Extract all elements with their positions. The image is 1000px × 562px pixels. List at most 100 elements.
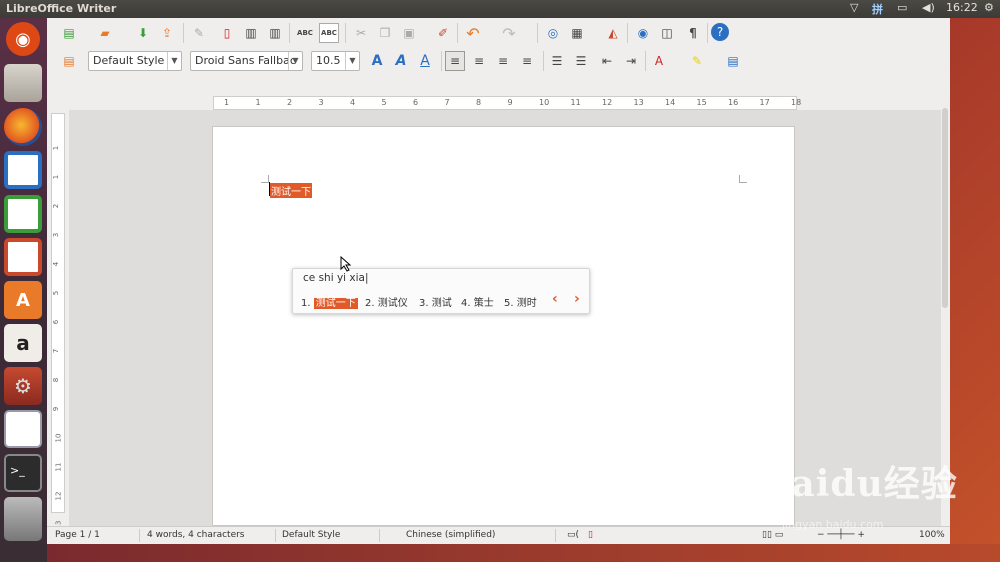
impress-icon[interactable] [4,238,42,276]
gallery-icon[interactable]: ◫ [657,23,677,43]
insert-mode-icon[interactable]: ▭( [567,530,579,540]
align-right-icon[interactable]: ≡ [493,51,513,71]
export-icon[interactable]: ⇪ [157,23,177,43]
launcher: ◉ A a ⚙ >_ [0,18,47,562]
font-name-select[interactable]: Droid Sans Fallbac ▼ [190,51,303,71]
navigator-icon[interactable]: ◉ [633,23,653,43]
bullets-icon[interactable]: ☰ [571,51,591,71]
table-icon[interactable]: ▦ [567,23,587,43]
gear-icon[interactable]: ⚙ [984,1,994,14]
background-color-icon[interactable]: ▤ [723,51,743,71]
crop-mark [261,175,269,183]
ime-candidate[interactable]: 2. 测试仪 [365,294,408,309]
page-count[interactable]: Page 1 / 1 [55,530,100,540]
highlight-icon[interactable]: ✎ [687,51,707,71]
clone-formatting-icon[interactable]: ✐ [433,23,453,43]
chevron-right-icon[interactable]: › [574,291,580,307]
vertical-ruler[interactable]: 1 1 2 3 4 5 6 7 8 9 10 11 12 13 [51,113,65,529]
scrollbar-thumb[interactable] [942,108,948,308]
writer-icon[interactable] [4,151,42,189]
document-page[interactable]: 测试一下 [212,126,795,526]
decrease-indent-icon[interactable]: ⇤ [597,51,617,71]
cut-icon[interactable]: ✂ [351,23,371,43]
system-settings-icon[interactable]: ⚙ [4,367,42,405]
increase-indent-icon[interactable]: ⇥ [621,51,641,71]
align-center-icon[interactable]: ≡ [469,51,489,71]
language[interactable]: Chinese (simplified) [406,530,495,540]
export-pdf-icon[interactable]: ▯ [217,23,237,43]
watermark-logo: Baidu经验 [760,463,958,505]
paragraph-style-select[interactable]: Default Style ▼ [88,51,182,71]
volume-icon[interactable]: ◀) [922,1,935,14]
software-center-icon[interactable]: A [4,281,42,319]
document-modified-icon[interactable]: ▯ [588,530,593,540]
ruler-tick: 14 [665,98,676,107]
calc-icon[interactable] [4,195,42,233]
word-count[interactable]: 4 words, 4 characters [147,530,245,540]
justify-icon[interactable]: ≡ [517,51,537,71]
keyboard-indicator[interactable]: 拼 [872,1,883,17]
ruler-tick: 12 [602,98,613,107]
selected-text[interactable]: 测试一下 [270,183,312,198]
copy-icon[interactable]: ❐ [375,23,395,43]
ruler-tick: 4 [52,261,61,267]
chevron-left-icon[interactable]: ‹ [552,291,558,307]
new-document-icon[interactable]: ▤ [59,23,79,43]
view-layout-icon[interactable]: ▯▯ ▭ [762,530,783,540]
window-title: LibreOffice Writer [6,2,117,15]
ruler-tick: 1 [255,98,261,107]
ime-candidate[interactable]: 1. 测试一下 [301,294,358,309]
draw-functions-icon[interactable]: ◭ [603,23,623,43]
undo-icon[interactable]: ↶ [463,23,483,43]
chevron-down-icon[interactable]: ▼ [345,52,359,70]
align-left-icon[interactable]: ≡ [445,51,465,71]
styles-icon[interactable]: ▤ [59,51,79,71]
terminal-icon[interactable]: >_ [4,454,42,492]
ruler-tick: 11 [54,462,63,472]
ruler-tick: 5 [381,98,387,107]
ime-candidate[interactable]: 5. 测时 [504,294,537,309]
edit-mode-icon[interactable]: ✎ [189,23,209,43]
solitaire-icon[interactable] [4,410,42,448]
open-folder-icon[interactable]: ▰ [95,23,115,43]
print-preview-icon[interactable]: ▥ [265,23,285,43]
font-color-icon[interactable]: A [649,51,669,71]
underline-icon[interactable]: A [415,51,435,71]
ruler-tick: 2 [52,203,61,209]
paste-icon[interactable]: ▣ [399,23,419,43]
paragraph-style-value: Default Style [93,54,165,67]
amazon-icon[interactable]: a [4,324,42,362]
bold-icon[interactable]: A [367,51,387,71]
font-size-select[interactable]: 10.5 ▼ [311,51,360,71]
ubuntu-dash-icon[interactable]: ◉ [6,22,40,56]
formatting-toolbar: ▤ Default Style ▼ Droid Sans Fallbac ▼ 1… [47,48,950,74]
files-icon[interactable] [4,64,42,102]
page-style[interactable]: Default Style [282,530,340,540]
wifi-icon[interactable]: ▽ [850,1,858,14]
formatting-marks-icon[interactable]: ¶ [683,23,703,43]
print-icon[interactable]: ▥ [241,23,261,43]
help-icon[interactable]: ? [711,23,729,41]
ruler-tick: 9 [52,406,61,412]
auto-spellcheck-icon[interactable]: ABC [319,23,339,43]
ime-candidate[interactable]: 3. 测试 [419,294,452,309]
italic-icon[interactable]: A [391,51,411,71]
trash-icon[interactable] [4,497,42,541]
ime-candidate[interactable]: 4. 策士 [461,294,494,309]
zoom-level[interactable]: 100% [919,530,945,540]
hyperlink-icon[interactable]: ◎ [543,23,563,43]
ruler-tick: 16 [728,98,739,107]
firefox-icon[interactable] [4,108,42,146]
chevron-down-icon[interactable]: ▼ [167,52,181,70]
redo-icon[interactable]: ↷ [499,23,519,43]
spellcheck-icon[interactable]: ABC [295,23,315,43]
horizontal-ruler[interactable]: 1 1 2 3 4 5 6 7 8 9 10 11 12 13 14 15 16 17 18 [213,96,801,110]
standard-toolbar: ▤ ▰ ⬇ ⇪ ✎ ▯ ▥ ▥ ABC ABC ✂ ❐ ▣ ✐ ↶ ↷ ◎ ▦ … [47,18,950,48]
clock[interactable]: 16:22 [946,1,978,14]
numbering-icon[interactable]: ☰ [547,51,567,71]
save-icon[interactable]: ⬇ [133,23,153,43]
watermark-url: jingyan.baidu.com [782,518,884,531]
battery-icon[interactable]: ▭ [897,1,907,14]
chevron-down-icon[interactable]: ▼ [288,52,302,70]
zoom-slider[interactable]: − ──┼── + [817,530,865,540]
